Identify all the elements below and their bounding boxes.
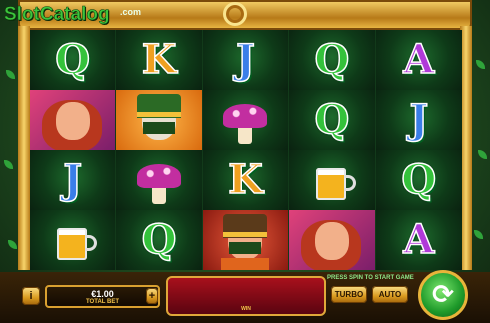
- celtic-knot-icon: [223, 2, 247, 26]
- turbo-button[interactable]: TURBO: [331, 286, 367, 303]
- total-bet-panel: €1.00 TOTAL BET: [45, 285, 160, 308]
- spin-icon: ⟳: [432, 280, 454, 310]
- reel-cell: Q: [30, 30, 117, 90]
- leaf-decoration: [476, 60, 485, 69]
- symbol-q: Q: [314, 36, 350, 83]
- symbol-a: A: [403, 216, 436, 263]
- symbol-q: Q: [401, 156, 437, 203]
- info-button[interactable]: i: [22, 287, 40, 305]
- logo: SlotCatalog: [4, 4, 110, 26]
- slot-game: QKJQAQJJKQQA SlotCatalog .com i − €1.00 …: [0, 0, 490, 323]
- reel-cell: J: [30, 150, 117, 210]
- spin-button[interactable]: ⟳: [418, 270, 468, 320]
- rabbit-portrait-icon: [116, 90, 202, 150]
- bet-value: €1.00: [91, 289, 114, 299]
- reel-cell: Q: [375, 150, 462, 210]
- info-icon: i: [29, 290, 33, 302]
- beer-mug-icon: [30, 210, 115, 270]
- leaf-decoration: [6, 70, 15, 79]
- reel-cell: K: [202, 150, 290, 210]
- symbol-a: A: [403, 36, 436, 83]
- reel-cell: [202, 210, 290, 270]
- start-hint: PRESS SPIN TO START GAME: [327, 275, 414, 281]
- reel-cell: [202, 90, 290, 150]
- logo-suffix: .com: [120, 7, 142, 17]
- mushroom-icon: [203, 90, 288, 150]
- symbol-j: J: [235, 36, 255, 83]
- symbol-j: J: [409, 96, 429, 143]
- reels-grid: QKJQAQJJKQQA: [30, 30, 462, 270]
- beer-mug-icon: [289, 150, 374, 210]
- plus-icon: +: [148, 290, 156, 302]
- leprechaun-portrait-icon: [202, 210, 289, 270]
- symbol-q: Q: [141, 216, 177, 263]
- lady-portrait-icon: [30, 90, 116, 150]
- reel-cell: J: [202, 30, 290, 90]
- reel-frame-left: [18, 26, 30, 270]
- reel-cell: Q: [116, 210, 203, 270]
- leaf-decoration: [8, 240, 17, 249]
- reel-cell: A: [375, 30, 462, 90]
- reel-cell: Q: [289, 90, 376, 150]
- win-panel: WIN: [166, 276, 326, 316]
- reel-cell: [116, 150, 203, 210]
- auto-button[interactable]: AUTO: [372, 286, 408, 303]
- mushroom-icon: [116, 150, 201, 210]
- symbol-j: J: [62, 156, 83, 203]
- symbol-k: K: [227, 156, 263, 203]
- turbo-label: TURBO: [334, 290, 364, 299]
- symbol-q: Q: [55, 36, 91, 83]
- reel-cell: A: [375, 210, 462, 270]
- reel-cell: [30, 90, 117, 150]
- reel-cell: [30, 210, 117, 270]
- win-label: WIN: [241, 306, 251, 312]
- bet-label: TOTAL BET: [86, 299, 119, 305]
- auto-label: AUTO: [378, 290, 402, 299]
- reel-cell: [116, 90, 203, 150]
- reel-cell: Q: [289, 30, 376, 90]
- reel-cell: J: [375, 90, 462, 150]
- leaf-decoration: [478, 150, 487, 159]
- lady-portrait-icon: [289, 210, 375, 270]
- symbol-q: Q: [314, 96, 350, 143]
- reel-cell: [289, 150, 376, 210]
- leaf-decoration: [474, 230, 483, 239]
- bet-increase-button[interactable]: +: [146, 288, 158, 304]
- symbol-k: K: [141, 36, 177, 83]
- leaf-decoration: [4, 160, 13, 169]
- reel-cell: [289, 210, 376, 270]
- reel-cell: K: [116, 30, 203, 90]
